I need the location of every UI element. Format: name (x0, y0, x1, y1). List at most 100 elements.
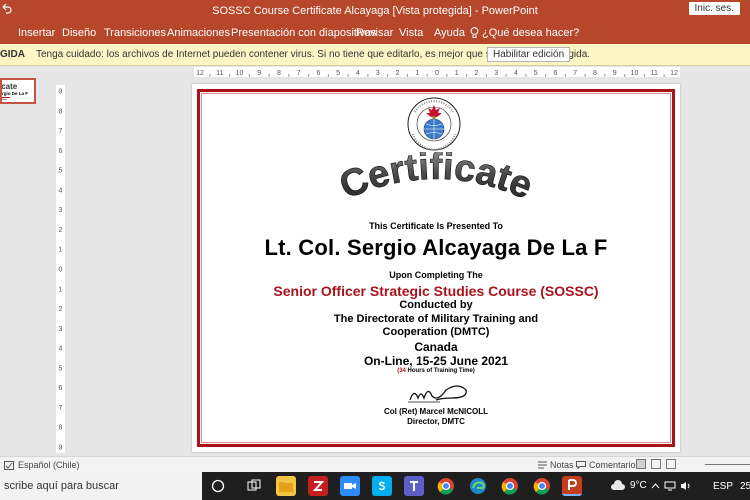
teams-icon[interactable] (404, 476, 424, 496)
ruler-v-label: 3 (59, 326, 63, 333)
notes-button[interactable]: Notas (538, 460, 574, 470)
training-hours: (34 Hours of Training Time) (192, 368, 680, 374)
normal-view-button[interactable] (636, 459, 646, 469)
cloud-icon (611, 480, 625, 490)
ruler-h-label: 1 (415, 70, 419, 77)
powerpoint-taskbar-icon[interactable] (562, 476, 582, 496)
title-bar: SOSSC Course Certificate Alcayaga [Vista… (0, 0, 750, 22)
window-title: SOSSC Course Certificate Alcayaga [Vista… (212, 5, 538, 17)
ruler-v-label: 6 (59, 385, 63, 392)
tab-transiciones[interactable]: Transiciones (104, 27, 166, 39)
zoom-slider[interactable] (705, 464, 750, 465)
protected-view-bar: GIDA Tenga cuidado: los archivos de Inte… (0, 44, 750, 66)
certificate-heading-text: Certificate (334, 152, 539, 208)
clock[interactable]: 25 (740, 481, 750, 492)
ruler-v-label: 8 (59, 108, 63, 115)
lightbulb-icon (470, 27, 479, 38)
ruler-v-label: 5 (59, 168, 63, 175)
tab-insertar[interactable]: Insertar (18, 27, 55, 39)
ruler-h-label: 9 (613, 70, 617, 77)
status-bar: Español (Chile) Notas Comentarios (0, 456, 750, 472)
ruler-h-label: 12 (196, 70, 204, 77)
edge-icon[interactable] (468, 476, 488, 496)
task-view-icon[interactable] (244, 476, 264, 496)
network-icon[interactable] (664, 481, 676, 491)
zoom-app-icon[interactable] (340, 476, 360, 496)
conducted-by-text: Conducted by (399, 299, 473, 311)
proofing-icon (4, 460, 14, 470)
ruler-h-label: 3 (494, 70, 498, 77)
hours-value: 34 (399, 368, 406, 374)
chrome-profile-2-icon[interactable] (500, 476, 520, 496)
chrome-profile-3-icon[interactable] (532, 476, 552, 496)
signer-title: Director, DMTC (407, 417, 465, 426)
temperature: 9°C (630, 480, 647, 491)
view-switcher (636, 459, 676, 469)
course-dates: On-Line, 15-25 June 2021 (363, 354, 509, 368)
ruler-h-label: 9 (257, 70, 261, 77)
ruler-h-label: 12 (670, 70, 678, 77)
directorate-line-2: Cooperation (DMTC) (382, 326, 490, 338)
ruler-v-label: 1 (59, 286, 63, 293)
hours-text: Hours of Training Time) (405, 368, 475, 374)
tell-me-search[interactable]: ¿Qué desea hacer? (470, 27, 579, 39)
ruler-h-label: 10 (631, 70, 639, 77)
slide-thumbnail-1[interactable]: icate rgio De La F (0, 78, 36, 104)
ruler-v-label: 9 (59, 445, 63, 452)
ruler-h-label: 10 (236, 70, 244, 77)
taskbar-search-icon[interactable] (208, 476, 228, 496)
tab-vista[interactable]: Vista (399, 27, 423, 39)
ruler-v-label: 2 (59, 306, 63, 313)
presented-to-text: This Certificate Is Presented To (369, 221, 503, 231)
tab-revisar[interactable]: Revisar (356, 27, 393, 39)
directorate-line-1: The Directorate of Military Training and (333, 313, 539, 325)
ruler-h-label: 4 (356, 70, 360, 77)
input-language[interactable]: ESP (713, 481, 733, 492)
file-explorer-icon[interactable] (276, 476, 296, 496)
ruler-h-label: 1 (455, 70, 459, 77)
ruler-h-label: 0 (435, 70, 439, 77)
tab-presentacion[interactable]: Presentación con diapositivas (231, 27, 377, 39)
filezilla-icon[interactable] (308, 476, 328, 496)
ruler-h-label: 7 (573, 70, 577, 77)
upon-completing-text: Upon Completing The (389, 270, 483, 280)
chrome-icon[interactable] (436, 476, 456, 496)
enable-editing-button[interactable]: Habilitar edición (487, 47, 571, 62)
chevron-up-icon[interactable] (651, 482, 660, 489)
certificate-heading: Certificate (334, 152, 539, 208)
ruler-h-label: 2 (475, 70, 479, 77)
slide-canvas[interactable]: Certificate This Certificate Is Presente… (192, 84, 680, 452)
ruler-v-label: 3 (59, 207, 63, 214)
ruler-v-label: 8 (59, 425, 63, 432)
tab-diseno[interactable]: Diseño (62, 27, 96, 39)
ruler-h-label: 11 (216, 70, 223, 77)
course-name: Senior Officer Strategic Studies Course … (273, 283, 599, 299)
ruler-v-label: 1 (59, 247, 63, 254)
language-indicator[interactable]: Español (Chile) (4, 460, 80, 470)
speaker-icon[interactable] (680, 481, 691, 491)
protected-view-label: GIDA (0, 49, 25, 60)
ruler-h-label: 2 (396, 70, 400, 77)
horizontal-ruler: 12 11 10 9 8 7 6 5 4 3 2 1 0 1 2 3 4 5 6 7 8 9 10 11 12 (194, 67, 680, 77)
skype-icon[interactable] (372, 476, 392, 496)
comments-icon (576, 461, 586, 469)
notes-label: Notas (550, 460, 574, 470)
ruler-v-label: 9 (59, 89, 63, 96)
comments-button[interactable]: Comentarios (576, 460, 640, 470)
ruler-h-label: 6 (554, 70, 558, 77)
vertical-ruler: 9 8 7 6 5 4 3 2 1 0 1 2 3 4 5 6 7 8 9 (56, 85, 65, 453)
svg-text:rgio De La F: rgio De La F (2, 91, 28, 96)
language-label: Español (Chile) (18, 460, 80, 470)
svg-text:Certificate: Certificate (334, 152, 539, 208)
sign-in-button[interactable]: Inic. ses. (688, 2, 740, 15)
weather-widget[interactable]: 9°C (610, 480, 691, 491)
tab-ayuda[interactable]: Ayuda (434, 27, 465, 39)
ruler-v-label: 6 (59, 148, 63, 155)
taskbar-search-box[interactable]: scribe aquí para buscar (0, 472, 202, 500)
country-text: Canada (414, 340, 458, 354)
slide-sorter-button[interactable] (651, 459, 661, 469)
ruler-v-label: 5 (59, 365, 63, 372)
ruler-v-label: 0 (59, 267, 63, 274)
reading-view-button[interactable] (666, 459, 676, 469)
tab-animaciones[interactable]: Animaciones (167, 27, 230, 39)
